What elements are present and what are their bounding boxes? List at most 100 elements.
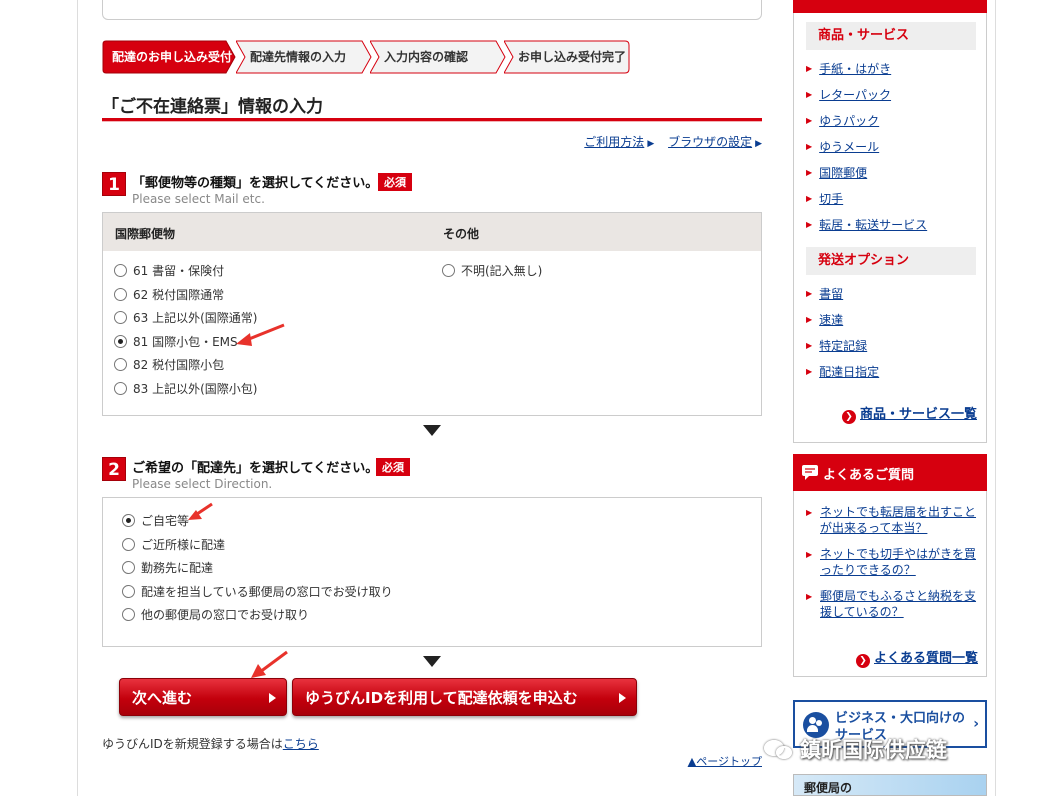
triangle-right-icon: ▶ [806,194,813,203]
faq-box: ▶ ネットでも転居届を出すことが出来るって本当？ ▶ ネットでも切手やはがきを買ったり… [793,491,987,677]
section-number-badge: 1 [102,172,126,196]
radio-label: 不明(記入無し) [461,264,543,278]
triangle-right-icon: ▶ [806,116,813,125]
sidebar-option-item[interactable]: ▶ 特定記録 [806,337,867,354]
radio-label: 61 書留・保険付 [133,264,225,278]
mail-type-option[interactable]: 81 国際小包・EMS [114,333,238,351]
speech-bubble-icon [802,465,818,480]
triangle-right-icon: ▶ [806,64,813,73]
wechat-logo-icon [764,738,796,762]
products-all-link[interactable]: ❯ 商品・サービス一覧 [842,403,977,424]
triangle-right-icon: ▶ [806,142,813,151]
sidebar-option-item-link[interactable]: 速達 [819,313,843,327]
sidebar-option-item[interactable]: ▶ 速達 [806,311,843,328]
direction-option[interactable]: ご自宅等 [122,512,189,530]
faq-item[interactable]: ▶ ネットでも転居届を出すことが出来るって本当？ [806,504,976,536]
sidebar-product-item[interactable]: ▶ 手紙・はがき [806,60,891,77]
register-note: ゆうびんIDを新規登録する場合はこちら [102,735,319,752]
mail-type-option[interactable]: 不明(記入無し) [442,262,542,280]
down-arrow-icon [423,425,441,436]
faq-all-link[interactable]: ❯ よくある質問一覧 [856,647,978,668]
section-subtitle: Please select Direction. [132,477,273,491]
radio-button[interactable] [122,561,135,575]
sidebar-product-item-link[interactable]: 切手 [819,192,843,206]
radio-label: ご近所様に配達 [141,537,226,552]
section-title: ご希望の「配達先」を選択してください。 [132,461,379,476]
triangle-right-icon: ▶ [806,168,813,177]
sidebar-product-item[interactable]: ▶ ゆうメール [806,138,879,155]
faq-item[interactable]: ▶ ネットでも切手やはがきを買ったりできるの？ [806,546,976,578]
triangle-right-icon: ▶ [806,90,813,99]
sidebar-option-item-link[interactable]: 配達日指定 [819,365,879,379]
section-subtitle: Please select Mail etc. [132,192,265,206]
usage-link[interactable]: ご利用方法 [584,135,644,149]
direction-option[interactable]: 勤務先に配達 [122,559,213,577]
mail-type-option[interactable]: 82 税付国際小包 [114,356,224,374]
radio-button[interactable] [114,382,127,395]
post-office-banner[interactable]: 郵便局の [793,774,987,796]
annotation-arrow-icon [236,323,285,346]
radio-label: 83 上記以外(国際小包) [133,382,258,396]
triangle-right-icon: ▶ [806,220,813,229]
sidebar-option-item-link[interactable]: 書留 [819,287,843,301]
col-header-other: その他 [443,227,480,241]
sidebar-option-item[interactable]: ▶ 書留 [806,285,843,302]
play-icon [269,693,276,703]
faq-all-link-text[interactable]: よくある質問一覧 [874,651,978,666]
radio-label: 勤務先に配達 [141,561,214,576]
radio-button[interactable] [442,264,455,277]
register-here-link[interactable]: こちら [283,737,319,751]
sidebar-product-item-link[interactable]: 国際郵便 [819,166,867,180]
radio-button[interactable] [122,537,135,551]
chevron-right-icon: ❯ [842,410,856,424]
radio-button[interactable] [122,514,135,527]
page-top-link[interactable]: ▲ページトップ [688,753,762,769]
radio-label: 82 税付国際小包 [133,358,225,373]
page-frame-right [995,0,996,796]
sidebar-product-item-link[interactable]: レターパック [819,88,891,102]
section-title: 「郵便物等の種類」を選択してください。 [132,176,379,191]
chevron-right-icon: › [973,716,979,732]
mail-type-option[interactable]: 62 税付国際通常 [114,286,224,304]
sidebar-product-item[interactable]: ▶ 転居・転送サービス [806,216,927,233]
faq-item[interactable]: ▶ 郵便局でもふるさと納税を支援しているの？ [806,588,976,620]
sidebar-product-item-link[interactable]: ゆうメール [819,140,879,154]
radio-label: 81 国際小包・EMS [133,334,238,349]
browser-settings-link[interactable]: ブラウザの設定 [668,135,752,149]
utility-links: ご利用方法 ▶ ブラウザの設定 ▶ [574,133,762,150]
sidebar-product-item[interactable]: ▶ 切手 [806,190,843,207]
step-progress-bar: 配達のお申し込み受付 配達先情報の入力 入力内容の確認 お申し込み受付完了 [102,40,632,74]
yubin-id-request-button[interactable]: ゆうびんIDを利用して配達依頼を申込む [292,678,637,716]
faq-item-link[interactable]: 郵便局でもふるさと納税を支援しているの？ [820,588,976,620]
sidebar-product-item[interactable]: ▶ 国際郵便 [806,164,867,181]
mail-type-option[interactable]: 83 上記以外(国際小包) [114,380,257,398]
radio-button[interactable] [114,334,127,348]
radio-button[interactable] [114,264,127,277]
mail-type-option[interactable]: 61 書留・保険付 [114,262,224,280]
direction-option[interactable]: ご近所様に配達 [122,536,225,554]
sidebar-option-item[interactable]: ▶ 配達日指定 [806,363,879,380]
products-all-link-text[interactable]: 商品・サービス一覧 [860,407,977,422]
play-icon [619,693,626,703]
sidebar-product-item-link[interactable]: 転居・転送サービス [819,218,927,232]
faq-item-link[interactable]: ネットでも転居届を出すことが出来るって本当？ [820,504,976,536]
next-button[interactable]: 次へ進む [119,678,287,716]
faq-item-link[interactable]: ネットでも切手やはがきを買ったりできるの？ [820,546,976,578]
section-number-badge: 2 [102,457,126,481]
direction-option[interactable]: 配達を担当している郵便局の窓口でお受け取り [122,583,393,601]
sidebar-product-item-link[interactable]: ゆうパック [819,114,879,128]
sidebar-product-item[interactable]: ▶ レターパック [806,86,891,103]
radio-button[interactable] [114,358,127,372]
radio-button[interactable] [114,311,127,325]
sidebar-product-item-link[interactable]: 手紙・はがき [819,62,891,76]
triangle-right-icon: ▶ [806,592,813,601]
radio-button[interactable] [122,608,135,622]
radio-button[interactable] [114,287,127,301]
chevron-right-icon: ❯ [856,654,870,668]
col-header-international: 国際郵便物 [115,227,176,241]
direction-option[interactable]: 他の郵便局の窓口でお受け取り [122,606,309,624]
sidebar-option-item-link[interactable]: 特定記録 [819,339,867,353]
radio-button[interactable] [122,584,135,598]
required-badge: 必須 [378,173,412,191]
sidebar-product-item[interactable]: ▶ ゆうパック [806,112,879,129]
